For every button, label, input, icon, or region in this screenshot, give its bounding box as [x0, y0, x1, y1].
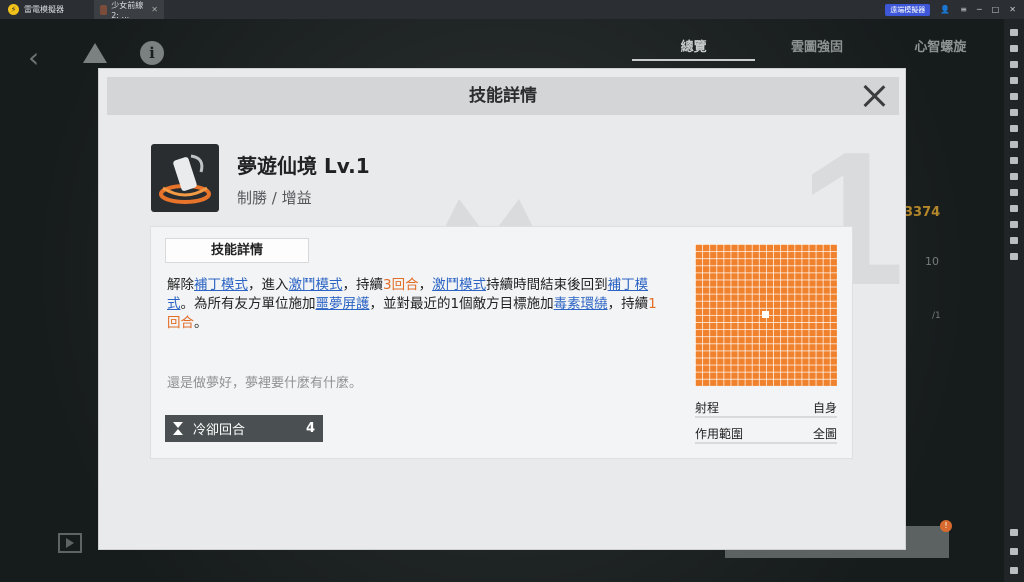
skill-icon	[151, 144, 219, 212]
description-text: 持續時間結束後回到	[486, 277, 608, 293]
cooldown-value: 4	[305, 421, 315, 436]
keyword-link[interactable]: 毒素環繞	[554, 296, 608, 312]
description-text: ，進入	[248, 277, 289, 293]
cooldown-label: 冷卻回合	[193, 423, 246, 438]
cooldown-bar: 冷卻回合 4	[165, 415, 323, 442]
description-text: ，持續	[342, 277, 384, 293]
settings-icon[interactable]	[1010, 45, 1018, 52]
apk-icon[interactable]	[1010, 125, 1018, 132]
volume-up-icon[interactable]	[1010, 61, 1018, 68]
range-grid	[695, 244, 837, 386]
keyword-link[interactable]: 補丁模式	[194, 277, 248, 293]
description-text: ，並對最近的1個敵方目標施加	[369, 296, 554, 312]
phone-icon[interactable]	[1010, 205, 1018, 212]
skill-detail-modal: 1 技能詳情 夢遊仙境 Lv.1 制勝 / 增益 技能詳情 解除補丁模式，進入激…	[98, 68, 906, 550]
grid-center-cell	[762, 311, 769, 318]
game-viewport: ‹ i 總覽 雲圖強固 心智螺旋 3374 10 /1 人形試用 ! 1 技能詳…	[0, 19, 1004, 582]
info-icon[interactable]: i	[140, 41, 164, 65]
android-nav	[1010, 529, 1018, 574]
skill-detail-panel: 技能詳情 解除補丁模式，進入激鬥模式，持續3回合，激鬥模式持續時間結束後回到補丁…	[151, 227, 852, 458]
account-icon[interactable]: 👤	[940, 5, 950, 14]
home-nav-icon[interactable]	[1010, 548, 1018, 555]
fraction-value: /1	[932, 311, 941, 321]
titlebar-controls: 遠端模擬器 👤 ≡ ─ □ ✕	[885, 3, 1024, 16]
description-text: 。	[194, 315, 208, 331]
keyboard-icon[interactable]	[1010, 29, 1018, 36]
multi-instance-icon[interactable]	[1010, 141, 1018, 148]
background-tabs: 總覽 雲圖強固 心智螺旋	[632, 35, 1002, 61]
notification-badge: !	[940, 520, 952, 532]
keyword-link[interactable]: 激鬥模式	[289, 277, 343, 293]
range-row: 射程 自身	[695, 398, 837, 418]
hourglass-icon	[173, 422, 183, 435]
sync-icon[interactable]	[1010, 189, 1018, 196]
close-window-icon[interactable]: ✕	[1009, 5, 1016, 14]
skill-quote: 還是做夢好，夢裡要什麼有什麼。	[167, 376, 363, 391]
menu-icon[interactable]: ≡	[960, 5, 967, 14]
video-icon[interactable]	[1010, 173, 1018, 180]
scissors-icon[interactable]	[1010, 157, 1018, 164]
emulator-sidebar	[1004, 19, 1024, 582]
remote-emulator-button[interactable]: 遠端模擬器	[885, 3, 931, 16]
window-titlebar: ⚡ 雷電模擬器 少女前線2: ... ✕ 遠端模擬器 👤 ≡ ─ □ ✕	[0, 0, 1024, 20]
tab-mind-spiral[interactable]: 心智螺旋	[879, 35, 1002, 61]
skill-type: 制勝 / 增益	[237, 189, 312, 207]
area-value: 全圖	[812, 426, 837, 441]
back-arrow-icon[interactable]: ‹	[28, 41, 39, 74]
count-value: 10	[925, 255, 939, 268]
tab-game[interactable]: 少女前線2: ... ✕	[94, 0, 164, 20]
keyword-link[interactable]: 噩夢屏護	[316, 296, 370, 312]
recent-nav-icon[interactable]	[1010, 567, 1018, 574]
more-icon[interactable]	[1010, 253, 1018, 260]
tab-skill-detail[interactable]: 技能詳情	[165, 238, 309, 263]
gold-value: 3374	[904, 205, 941, 220]
tab-overview[interactable]: 總覽	[632, 35, 756, 61]
app-name: 雷電模擬器	[24, 5, 64, 14]
duration-number: 3回合	[383, 277, 419, 293]
modal-title: 技能詳情	[107, 77, 899, 115]
description-text: ，持續	[607, 296, 649, 312]
drive-icon[interactable]	[83, 43, 107, 63]
skill-name: 夢遊仙境 Lv.1	[237, 154, 370, 178]
skill-description: 解除補丁模式，進入激鬥模式，持續3回合，激鬥模式持續時間結束後回到補丁模式。為所…	[167, 276, 667, 333]
description-text: ，	[418, 277, 433, 293]
record-icon[interactable]	[1010, 109, 1018, 116]
area-row: 作用範圍 全圖	[695, 424, 837, 444]
keyword-link[interactable]: 激鬥模式	[432, 277, 486, 293]
volume-down-icon[interactable]	[1010, 77, 1018, 84]
folder-icon[interactable]	[1010, 221, 1018, 228]
screenshot-icon[interactable]	[1010, 93, 1018, 100]
description-text: 。為所有友方單位施加	[180, 296, 316, 312]
range-value: 自身	[812, 400, 837, 415]
play-video-icon[interactable]	[58, 533, 82, 553]
back-nav-icon[interactable]	[1010, 529, 1018, 536]
app-logo-icon: ⚡	[8, 4, 19, 15]
range-label: 射程	[695, 400, 720, 415]
game-tab-icon	[100, 4, 108, 15]
close-icon[interactable]	[859, 81, 889, 111]
tab-cloud-reinforce[interactable]: 雲圖強固	[755, 35, 878, 61]
maximize-icon[interactable]: □	[992, 5, 1000, 14]
tab-title: 少女前線2: ...	[111, 0, 144, 20]
area-label: 作用範圍	[695, 426, 744, 441]
tab-close-icon[interactable]: ✕	[151, 5, 158, 14]
location-icon[interactable]	[1010, 237, 1018, 244]
minimize-icon[interactable]: ─	[977, 5, 982, 14]
description-text: 解除	[167, 277, 194, 293]
